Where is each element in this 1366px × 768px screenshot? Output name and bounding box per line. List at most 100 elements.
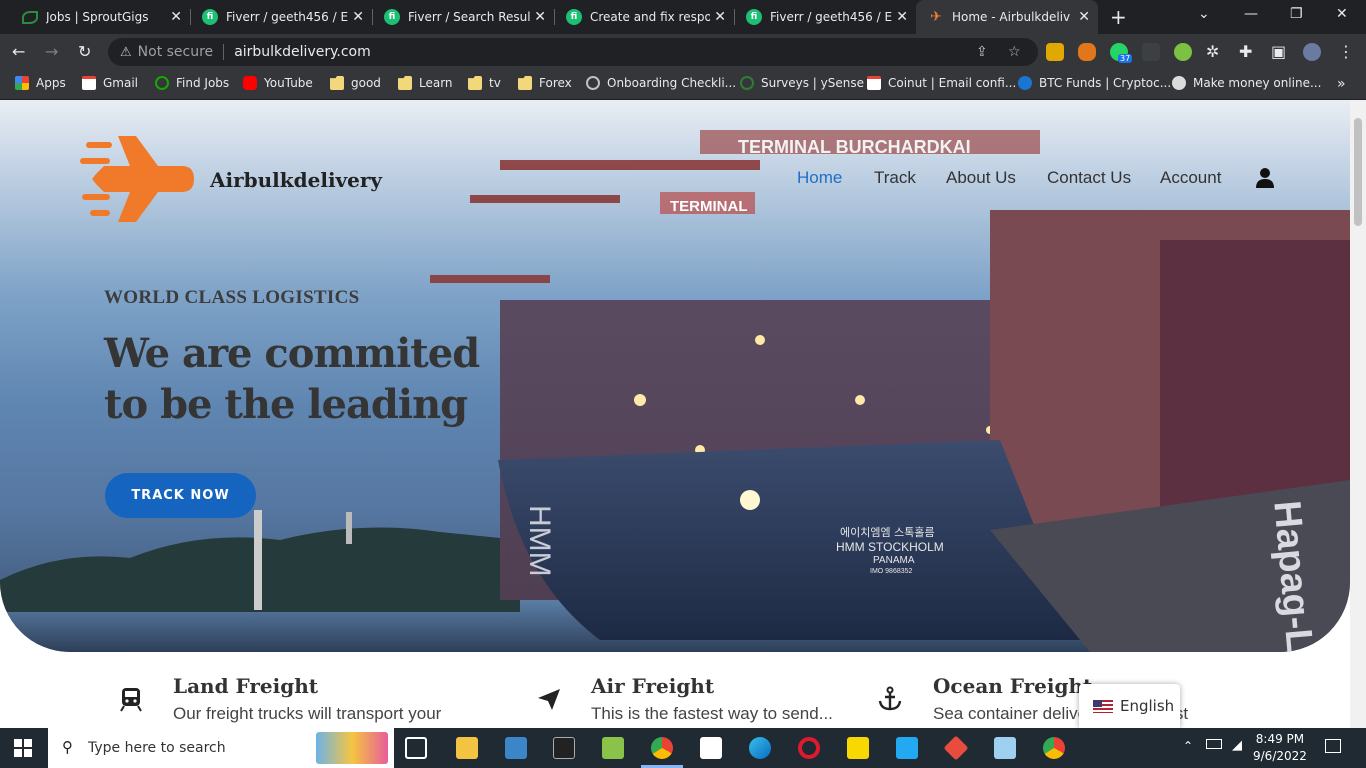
terminal-icon[interactable] [553,737,575,759]
tab-fiverr-edit-2[interactable]: fi Fiverr / geeth456 / Edit ✕ [734,0,916,34]
bookmark-folder-forex[interactable]: Forex [518,76,572,90]
language-switcher[interactable]: English [1079,684,1180,728]
folder-icon [330,76,344,90]
search-highlight-illustration [316,732,388,764]
windows-start-icon[interactable] [14,739,32,757]
user-icon[interactable] [1256,168,1274,192]
window-close-icon[interactable]: ✕ [1336,6,1348,22]
train-icon [120,688,142,712]
ship-name: HMM STOCKHOLM [836,540,944,554]
reload-icon[interactable]: ↻ [78,42,91,61]
bookmark-folder-good[interactable]: good [330,76,381,90]
globe-icon [586,76,600,90]
nav-about-us[interactable]: About Us [946,168,1016,188]
tab-search-icon[interactable]: ⌄ [1198,6,1210,22]
search-placeholder: Type here to search [88,740,226,756]
folder-icon [398,76,412,90]
control-panel-icon[interactable] [505,737,527,759]
close-icon[interactable]: ✕ [352,9,364,25]
tradingview-icon[interactable] [700,737,722,759]
extension-cube-icon[interactable] [1046,43,1064,61]
nav-account[interactable]: Account [1160,168,1221,188]
chrome-icon[interactable] [651,737,673,759]
chrome-icon-2[interactable] [1043,737,1065,759]
page-scrollbar[interactable] [1350,100,1366,728]
battery-icon[interactable] [1206,739,1222,749]
extension-gear-icon[interactable]: ✲ [1206,42,1219,61]
side-panel-icon[interactable]: ▣ [1271,42,1286,61]
scrollbar-thumb[interactable] [1354,118,1362,226]
bookmark-btc-funds[interactable]: BTC Funds | Cryptoc... [1018,76,1171,90]
service-title: Air Freight [591,674,715,698]
service-title: Land Freight [173,674,318,698]
restore-icon[interactable]: ❐ [1290,6,1303,22]
edge-icon[interactable] [749,737,771,759]
git-icon[interactable] [943,735,969,761]
opera-icon[interactable] [798,737,820,759]
bookmark-apps[interactable]: Apps [15,76,66,90]
bookmarks-bar: Apps Gmail Find Jobs YouTube good Learn … [0,70,1366,100]
tab-title: Create and fix responsive [590,10,710,24]
taskbar-search-box[interactable]: ⚲ Type here to search [48,728,394,768]
search-icon: ⚲ [62,738,73,756]
bookmark-coinut[interactable]: Coinut | Email confi... [867,76,1016,90]
ship-korean-name: 에이치엠엠 스톡홀름 [840,526,935,539]
extension-green-icon[interactable] [1174,43,1192,61]
nav-contact-us[interactable]: Contact Us [1047,168,1131,188]
forward-icon[interactable]: → [45,42,58,61]
file-explorer-icon[interactable] [456,737,478,759]
address-bar[interactable]: ⚠ Not secure airbulkdelivery.com ⇪ ☆ [108,38,1038,66]
bookmark-folder-tv[interactable]: tv [468,76,501,90]
player-icon[interactable] [847,737,869,759]
tab-fiverr-create[interactable]: fi Create and fix responsive ✕ [554,0,734,34]
tray-chevron-icon[interactable]: ⌃ [1183,739,1193,753]
ship-imo: IMO 9868352 [870,568,913,575]
tab-fiverr-search[interactable]: fi Fiverr / Search Results ✕ [372,0,554,34]
close-icon[interactable]: ✕ [1078,9,1090,25]
bookmark-star-icon[interactable]: ☆ [1008,44,1021,60]
back-icon[interactable]: ← [12,42,25,61]
tab-title: Fiverr / geeth456 / Edit [770,10,892,24]
puzzle-icon[interactable]: ✚ [1239,42,1252,61]
extension-icon[interactable] [1142,43,1160,61]
close-icon[interactable]: ✕ [714,9,726,25]
notifications-icon[interactable] [1325,739,1341,753]
minimize-icon[interactable]: — [1244,6,1258,22]
share-icon[interactable]: ⇪ [976,44,988,60]
bookmark-onboarding[interactable]: Onboarding Checkli... [586,76,736,90]
bookmark-ysense[interactable]: Surveys | ySense [740,76,864,90]
close-icon[interactable]: ✕ [534,9,546,25]
site-brand-name[interactable]: Airbulkdelivery [210,168,382,192]
apps-grid-icon [15,76,29,90]
metamask-icon[interactable] [1078,43,1096,61]
nav-home[interactable]: Home [797,168,842,188]
system-clock[interactable]: 8:49 PM 9/6/2022 [1253,731,1307,765]
upwork-icon [155,76,169,90]
menu-kebab-icon[interactable]: ⋮ [1338,42,1354,61]
bookmark-youtube[interactable]: YouTube [243,76,313,90]
bookmark-find-jobs[interactable]: Find Jobs [155,76,229,90]
fiverr-icon: fi [384,9,400,25]
tab-airbulkdelivery[interactable]: ✈ Home - Airbulkdelivery ✕ [916,0,1098,34]
vscode-icon[interactable] [896,737,918,759]
more-bookmarks-icon[interactable]: » [1337,76,1346,92]
track-now-button[interactable]: TRACK NOW [105,473,256,518]
hero-eyebrow: WORLD CLASS LOGISTICS [104,287,360,308]
close-icon[interactable]: ✕ [896,9,908,25]
tab-fiverr-edit[interactable]: fi Fiverr / geeth456 / Edit ✕ [190,0,372,34]
wifi-icon[interactable]: ◢ [1232,738,1242,753]
bookmark-make-money[interactable]: Make money online... [1172,76,1321,90]
new-tab-button[interactable]: + [1110,5,1127,29]
bookmark-gmail[interactable]: Gmail [82,76,138,90]
btc-icon [1018,76,1032,90]
nav-track[interactable]: Track [874,168,916,188]
notepad-icon[interactable] [602,737,624,759]
service-description: Our freight trucks will transport your [173,704,442,723]
tab-sproutgigs[interactable]: Jobs | SproutGigs ✕ [10,0,190,34]
site-logo-plane-icon[interactable] [78,136,196,226]
task-view-icon[interactable] [405,737,427,759]
bookmark-folder-learn[interactable]: Learn [398,76,453,90]
app-icon[interactable] [994,737,1016,759]
avatar[interactable] [1303,43,1321,61]
close-icon[interactable]: ✕ [170,9,182,25]
